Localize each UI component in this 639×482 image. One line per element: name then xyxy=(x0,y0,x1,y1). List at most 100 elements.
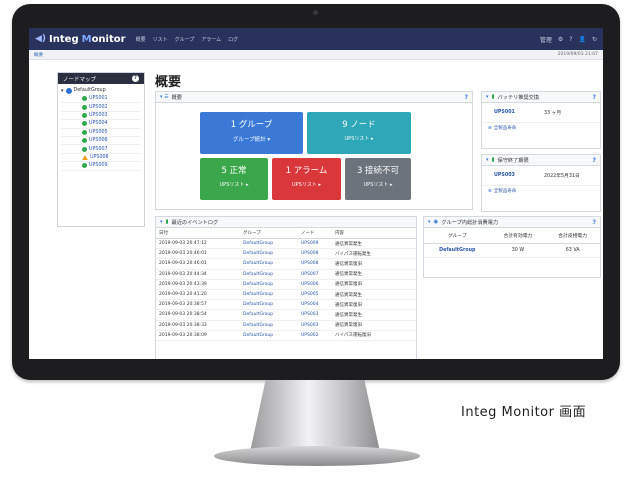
tile-alarm-link[interactable]: UPSリスト ▸ xyxy=(272,181,341,188)
monitor-base xyxy=(214,446,420,466)
help-icon[interactable]: ? xyxy=(569,36,572,43)
status-ok-icon xyxy=(82,121,87,127)
tree-node[interactable]: UPS008 xyxy=(61,154,141,163)
tree-node[interactable]: UPS004 xyxy=(61,120,141,129)
table-header-row: グループ 合計有効電力 合計皮相電力 xyxy=(424,228,600,244)
event-group[interactable]: DefaultGroup xyxy=(240,238,298,250)
breadcrumb-overview[interactable]: 概要 xyxy=(34,52,43,58)
tree-root-label: DefaultGroup xyxy=(73,88,106,93)
event-node[interactable]: UPS003 xyxy=(298,309,332,321)
node-map-header: ノードマップ ? xyxy=(58,73,144,84)
caret-down-icon[interactable]: ▾ xyxy=(61,88,64,94)
tree-node-label: UPS002 xyxy=(89,104,108,110)
warning-icon xyxy=(82,154,88,160)
node-map-title: ノードマップ xyxy=(63,76,97,83)
event-node[interactable]: UPS007 xyxy=(298,269,332,280)
menu-overview[interactable]: 概要 xyxy=(136,36,146,43)
event-node[interactable]: UPS009 xyxy=(298,238,332,250)
timestamp: 2019/09/03 21:07 xyxy=(557,52,598,57)
battery-all-link[interactable]: ⊕ 全製品寿命 xyxy=(482,123,600,133)
brand-icon: ◀) xyxy=(35,34,47,44)
warranty-all-link[interactable]: ⊕ 全製品寿命 xyxy=(482,186,600,196)
event-group[interactable]: DefaultGroup xyxy=(240,269,298,280)
tree-node[interactable]: UPS006 xyxy=(61,137,141,146)
help-icon[interactable]: ? xyxy=(593,157,596,164)
event-content: 通信異常復旧 xyxy=(332,320,416,331)
tree-node[interactable]: UPS001 xyxy=(61,95,141,104)
event-group[interactable]: DefaultGroup xyxy=(240,258,298,270)
menu-list[interactable]: リスト xyxy=(153,36,168,43)
collapse-icon[interactable]: ▾ xyxy=(428,219,431,225)
col-group: グループ xyxy=(424,228,491,244)
help-icon[interactable]: ? xyxy=(465,94,468,101)
status-ok-icon xyxy=(82,96,87,102)
event-node[interactable]: UPS004 xyxy=(298,299,332,311)
help-icon[interactable]: ? xyxy=(593,219,596,226)
menu-log[interactable]: ログ xyxy=(228,36,238,43)
collapse-icon[interactable]: ▾ xyxy=(160,219,163,225)
table-row: 2019-09-03 20:46:01 DefaultGroup UPS008 バイパ… xyxy=(156,248,416,260)
warranty-node[interactable]: UPS003 xyxy=(494,173,544,178)
tree-node[interactable]: UPS007 xyxy=(61,145,141,154)
event-node[interactable]: UPS008 xyxy=(298,258,332,270)
tile-group-link[interactable]: グループ統計 ▾ xyxy=(200,135,303,143)
tile-alarm[interactable]: 1 アラーム UPSリスト ▸ xyxy=(272,158,341,200)
warranty-panel: ▾ ▮ 保守終了期限 ? UPS003 2022年5月31日 ⊕ 全製品寿命 xyxy=(481,154,601,212)
help-icon[interactable]: ? xyxy=(132,75,139,82)
event-node[interactable]: UPS005 xyxy=(298,289,332,301)
event-date: 2019-09-03 20:46:01 xyxy=(156,248,240,260)
event-group[interactable]: DefaultGroup xyxy=(240,330,298,341)
event-group[interactable]: DefaultGroup xyxy=(240,320,298,331)
col-group: グループ xyxy=(240,228,298,239)
status-ok-icon xyxy=(82,146,87,152)
user-icon[interactable]: 👤 xyxy=(578,36,585,43)
menu-alarm[interactable]: アラーム xyxy=(201,36,221,43)
power-panel: ▾ ◉ グループ内総計消費電力 ? グループ 合計有効電力 合計皮相電力 Def… xyxy=(423,216,601,278)
battery-all-label: 全製品寿命 xyxy=(493,126,517,131)
event-node[interactable]: UPS008 xyxy=(298,248,332,260)
collapse-icon[interactable]: ▾ xyxy=(486,157,489,163)
power-apparent: 63 VA xyxy=(545,243,600,258)
admin-menu[interactable]: 管理 xyxy=(540,35,552,44)
event-group[interactable]: DefaultGroup xyxy=(240,299,298,311)
screen: ◀) Integ Monitor 概要 リスト グループ アラーム ログ 管理 … xyxy=(29,28,603,359)
tile-normal-link[interactable]: UPSリスト ▸ xyxy=(200,181,268,188)
brand-logo[interactable]: ◀) Integ Monitor xyxy=(35,34,126,45)
tile-normal[interactable]: 5 正常 UPSリスト ▸ xyxy=(200,158,268,200)
event-log-panel: ▾ ▮ 最近のイベントログ 日付 グループ ノード 内容 2019-09-03 … xyxy=(155,216,417,359)
event-group[interactable]: DefaultGroup xyxy=(240,289,298,301)
tile-unknown-link[interactable]: UPSリスト ▸ xyxy=(345,181,411,188)
battery-node[interactable]: UPS001 xyxy=(494,110,544,115)
power-group[interactable]: DefaultGroup xyxy=(424,243,491,258)
event-group[interactable]: DefaultGroup xyxy=(240,248,298,260)
event-content: 通信異常復旧 xyxy=(332,279,416,290)
event-node[interactable]: UPS003 xyxy=(298,320,332,331)
tile-group[interactable]: 1 グループ グループ統計 ▾ xyxy=(200,112,303,154)
event-node[interactable]: UPS002 xyxy=(298,330,332,341)
event-date: 2019-09-03 20:41:20 xyxy=(156,289,240,301)
tile-node[interactable]: 9 ノード UPSリスト ▸ xyxy=(307,112,411,154)
refresh-icon[interactable]: ↻ xyxy=(592,36,597,43)
tile-alarm-count: 1 アラーム xyxy=(285,166,328,176)
menu-group[interactable]: グループ xyxy=(175,36,195,43)
toolbar-right: 管理 ⚙ ? 👤 ↻ xyxy=(540,35,597,44)
tree-node[interactable]: UPS009 xyxy=(61,162,141,171)
log-icon: ▮ xyxy=(165,219,169,225)
tile-node-link[interactable]: UPSリスト ▸ xyxy=(307,135,411,142)
tile-unknown[interactable]: 3 接続不可 UPSリスト ▸ xyxy=(345,158,411,200)
collapse-icon[interactable]: ▾ ☰ xyxy=(160,94,169,100)
tree-node[interactable]: UPS003 xyxy=(61,112,141,121)
help-icon[interactable]: ? xyxy=(593,94,596,101)
event-group[interactable]: DefaultGroup xyxy=(240,309,298,321)
gear-icon[interactable]: ⚙ xyxy=(558,36,563,43)
main-menu: 概要 リスト グループ アラーム ログ xyxy=(136,36,239,43)
event-date: 2019-09-03 20:38:33 xyxy=(156,320,240,331)
collapse-icon[interactable]: ▾ xyxy=(486,94,489,100)
globe-icon xyxy=(65,87,72,94)
tree-node[interactable]: UPS002 xyxy=(61,103,141,112)
tree-root[interactable]: ▾ DefaultGroup xyxy=(61,86,141,95)
tree-node[interactable]: UPS005 xyxy=(61,129,141,137)
table-row: 2019-09-03 20:41:20 DefaultGroup UPS005 通信異… xyxy=(156,289,416,301)
event-group[interactable]: DefaultGroup xyxy=(240,279,298,290)
event-node[interactable]: UPS006 xyxy=(298,279,332,290)
